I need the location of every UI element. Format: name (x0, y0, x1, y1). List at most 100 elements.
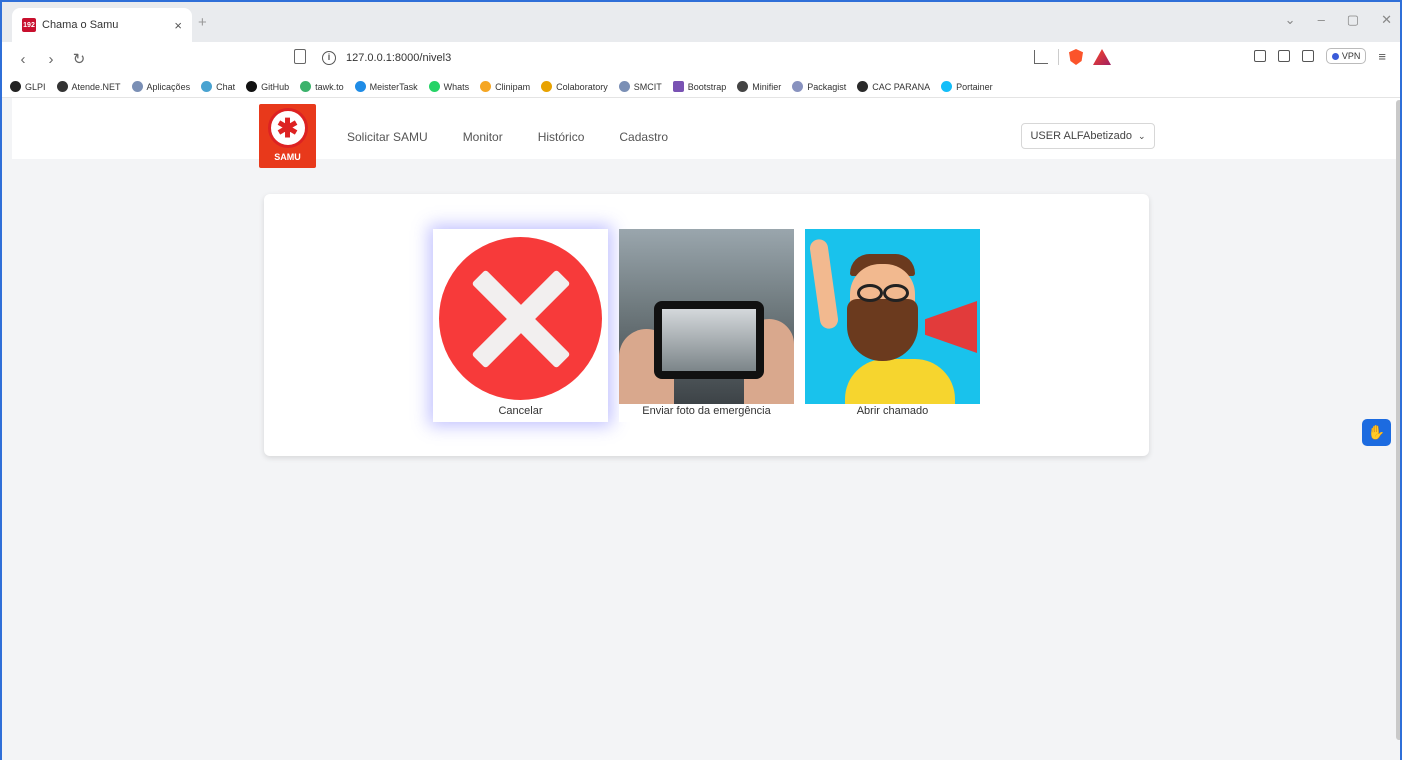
option-label: Cancelar (498, 405, 543, 417)
minifier-icon (737, 81, 749, 92)
bookmark-label: MeisterTask (369, 81, 418, 92)
extensions-icon[interactable] (1253, 50, 1266, 62)
chevron-down-icon: ⌄ (1137, 130, 1146, 141)
clinipam-icon (480, 81, 492, 92)
bookmark-item[interactable]: tawk.to (300, 81, 344, 92)
phone-icon (654, 301, 764, 379)
reload-icon[interactable]: ↻ (72, 50, 86, 68)
bookmark-item[interactable]: Clinipam (480, 81, 530, 92)
bookmark-item[interactable]: SMCIT (618, 81, 662, 92)
phone-photo-image (619, 229, 794, 404)
phone-screen (662, 309, 756, 371)
window-controls: ⌄ – ▢ ✕ (1285, 12, 1392, 28)
bookmark-label: Colaboratory (556, 81, 608, 92)
bookmark-item[interactable]: GLPI (10, 81, 46, 92)
star-of-life-icon: ✱ (267, 108, 308, 148)
bookmark-item[interactable]: CAC PARANA (857, 81, 930, 92)
browser-window: 192 Chama o Samu × + ⌄ – ▢ ✕ ‹ › ↻ i 127… (0, 0, 1402, 760)
scrollbar[interactable] (1396, 100, 1400, 740)
browser-tab[interactable]: 192 Chama o Samu × (12, 8, 192, 42)
bookmark-item[interactable]: Chat (201, 81, 235, 92)
vpn-label: VPN (1341, 51, 1361, 61)
brave-shields-icon[interactable] (1069, 49, 1083, 65)
close-window-icon[interactable]: ✕ (1381, 12, 1392, 28)
tab-strip: 192 Chama o Samu × + ⌄ – ▢ ✕ (2, 2, 1400, 42)
bookmark-item[interactable]: Whats (428, 81, 470, 92)
menu-icon[interactable]: ≡ (1378, 49, 1386, 64)
address-actions (1034, 49, 1111, 65)
wallet-icon[interactable] (1301, 50, 1314, 62)
bookmark-label: Atende.NET (71, 81, 121, 92)
bookmark-label: CAC PARANA (872, 81, 931, 92)
sidebar-icon[interactable] (1277, 50, 1290, 62)
nav-historico[interactable]: Histórico (538, 130, 585, 144)
bookmark-item[interactable]: GitHub (246, 81, 289, 92)
man-body (845, 359, 955, 404)
bookmark-item[interactable]: MeisterTask (354, 81, 418, 92)
accessibility-sign-language-icon[interactable]: ✋ (1362, 419, 1391, 446)
bookmark-label: Aplicações (146, 81, 191, 92)
folder-icon (618, 81, 630, 92)
megaphone-man-image (805, 229, 980, 404)
divider (1058, 49, 1059, 65)
tab-search-icon[interactable]: ⌄ (1285, 12, 1296, 28)
bookmark-icon[interactable] (294, 49, 306, 64)
samu-logo[interactable]: ✱ SAMU (259, 104, 316, 168)
nav-cadastro[interactable]: Cadastro (619, 130, 668, 144)
bookmark-item[interactable]: Aplicações (131, 81, 191, 92)
cancel-circle (439, 237, 602, 400)
user-dropdown[interactable]: USER ALFAbetizado ⌄ (1021, 123, 1155, 149)
bookmark-label: SMCIT (633, 81, 662, 92)
cac-icon (857, 81, 869, 92)
samu-favicon-icon: 192 (22, 18, 36, 32)
cancel-x-icon (433, 229, 608, 404)
close-tab-icon[interactable]: × (174, 18, 182, 33)
glasses-icon (852, 284, 914, 302)
vpn-dot-icon (1331, 52, 1339, 60)
vpn-button[interactable]: VPN (1325, 48, 1367, 64)
glpi-icon (10, 81, 21, 92)
main-nav: Solicitar SAMU Monitor Histórico Cadastr… (347, 130, 668, 144)
nav-solicitar-samu[interactable]: Solicitar SAMU (347, 130, 428, 144)
send-photo-option[interactable]: Enviar foto da emergência (619, 229, 794, 422)
bookmark-label: Bootstrap (687, 81, 727, 92)
restore-icon[interactable]: ▢ (1347, 12, 1359, 28)
github-icon (246, 81, 258, 92)
folder-icon (131, 81, 143, 92)
raised-arm (808, 238, 840, 330)
atende-icon (56, 81, 68, 92)
site-info-icon[interactable]: i (322, 51, 336, 65)
bookmarks-bar: GLPI Atende.NET Aplicações Chat GitHub t… (2, 76, 1400, 98)
packagist-icon (792, 81, 804, 92)
forward-icon[interactable]: › (44, 51, 58, 68)
whatsapp-icon (428, 81, 440, 92)
share-icon[interactable] (1034, 50, 1048, 64)
bookmark-label: Clinipam (495, 81, 531, 92)
bookmark-item[interactable]: Atende.NET (56, 81, 121, 92)
minimize-icon[interactable]: – (1318, 12, 1325, 28)
nav-monitor[interactable]: Monitor (463, 130, 503, 144)
portainer-icon (941, 81, 953, 92)
cancel-option[interactable]: Cancelar (433, 229, 608, 422)
bookmark-item[interactable]: Portainer (941, 81, 993, 92)
tawkto-icon (300, 81, 312, 92)
megaphone-icon (925, 301, 977, 353)
back-icon[interactable]: ‹ (16, 51, 30, 68)
user-name: USER ALFAbetizado (1030, 130, 1132, 142)
bootstrap-icon (672, 81, 684, 92)
bookmark-label: GLPI (25, 81, 46, 92)
bookmark-label: Packagist (807, 81, 847, 92)
browser-toolbar: ‹ › ↻ i 127.0.0.1:8000/nivel3 VPN ≡ (2, 42, 1400, 76)
bookmark-item[interactable]: Packagist (792, 81, 846, 92)
bookmark-item[interactable]: Bootstrap (672, 81, 727, 92)
colab-icon (541, 81, 553, 92)
open-call-option[interactable]: Abrir chamado (805, 229, 980, 422)
bookmark-item[interactable]: Minifier (737, 81, 781, 92)
option-label: Enviar foto da emergência (642, 405, 771, 417)
tab-title: Chama o Samu (42, 19, 119, 31)
brave-rewards-icon[interactable] (1093, 49, 1111, 65)
bookmark-label: Whats (443, 81, 470, 92)
bookmark-item[interactable]: Colaboratory (541, 81, 608, 92)
new-tab-icon[interactable]: + (198, 14, 207, 31)
address-bar[interactable]: 127.0.0.1:8000/nivel3 (346, 52, 451, 64)
